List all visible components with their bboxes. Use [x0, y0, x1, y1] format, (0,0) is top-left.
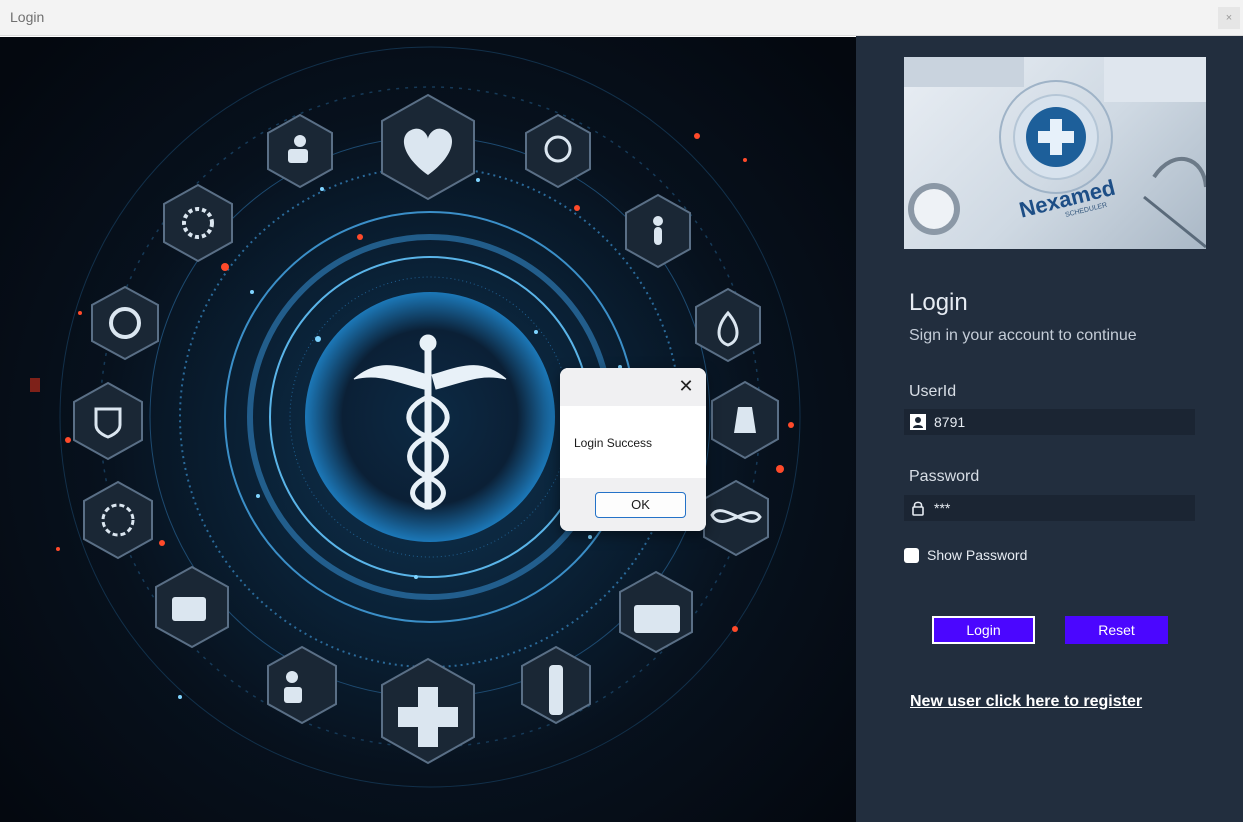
dialog-message: Login Success — [574, 436, 653, 450]
login-heading: Login — [909, 289, 968, 316]
register-link[interactable]: New user click here to register — [910, 693, 1142, 711]
window-titlebar: Login × — [0, 0, 1243, 36]
login-success-dialog: ✕ Login Success OK — [560, 368, 706, 531]
dialog-body: Login Success — [560, 406, 706, 478]
window-close-button[interactable]: × — [1218, 7, 1240, 29]
dialog-titlebar: ✕ — [560, 368, 706, 406]
password-field[interactable]: *** — [904, 495, 1195, 521]
dialog-footer: OK — [560, 478, 706, 531]
nexamed-logo-graphic: Nexamed SCHEDULER — [904, 57, 1206, 249]
user-icon — [910, 414, 926, 430]
dialog-close-icon[interactable]: ✕ — [678, 377, 694, 395]
login-panel: Nexamed SCHEDULER Login Sign in your acc… — [856, 36, 1243, 822]
userid-label: UserId — [909, 383, 957, 400]
reset-button[interactable]: Reset — [1065, 616, 1168, 644]
dialog-ok-button[interactable]: OK — [595, 492, 686, 518]
window-title: Login — [10, 9, 45, 25]
login-button[interactable]: Login — [932, 616, 1035, 644]
userid-field[interactable]: 8791 — [904, 409, 1195, 435]
password-label: Password — [909, 468, 980, 485]
show-password-label[interactable]: Show Password — [927, 547, 1027, 563]
password-value: *** — [934, 500, 951, 516]
nexamed-logo-image: Nexamed SCHEDULER — [904, 57, 1206, 249]
lock-icon — [912, 501, 924, 516]
userid-value: 8791 — [934, 414, 966, 430]
login-subheading: Sign in your account to continue — [909, 327, 1137, 344]
medical-artwork — [0, 37, 856, 822]
medical-artwork-graphic — [30, 46, 801, 788]
show-password-checkbox[interactable] — [904, 548, 919, 563]
